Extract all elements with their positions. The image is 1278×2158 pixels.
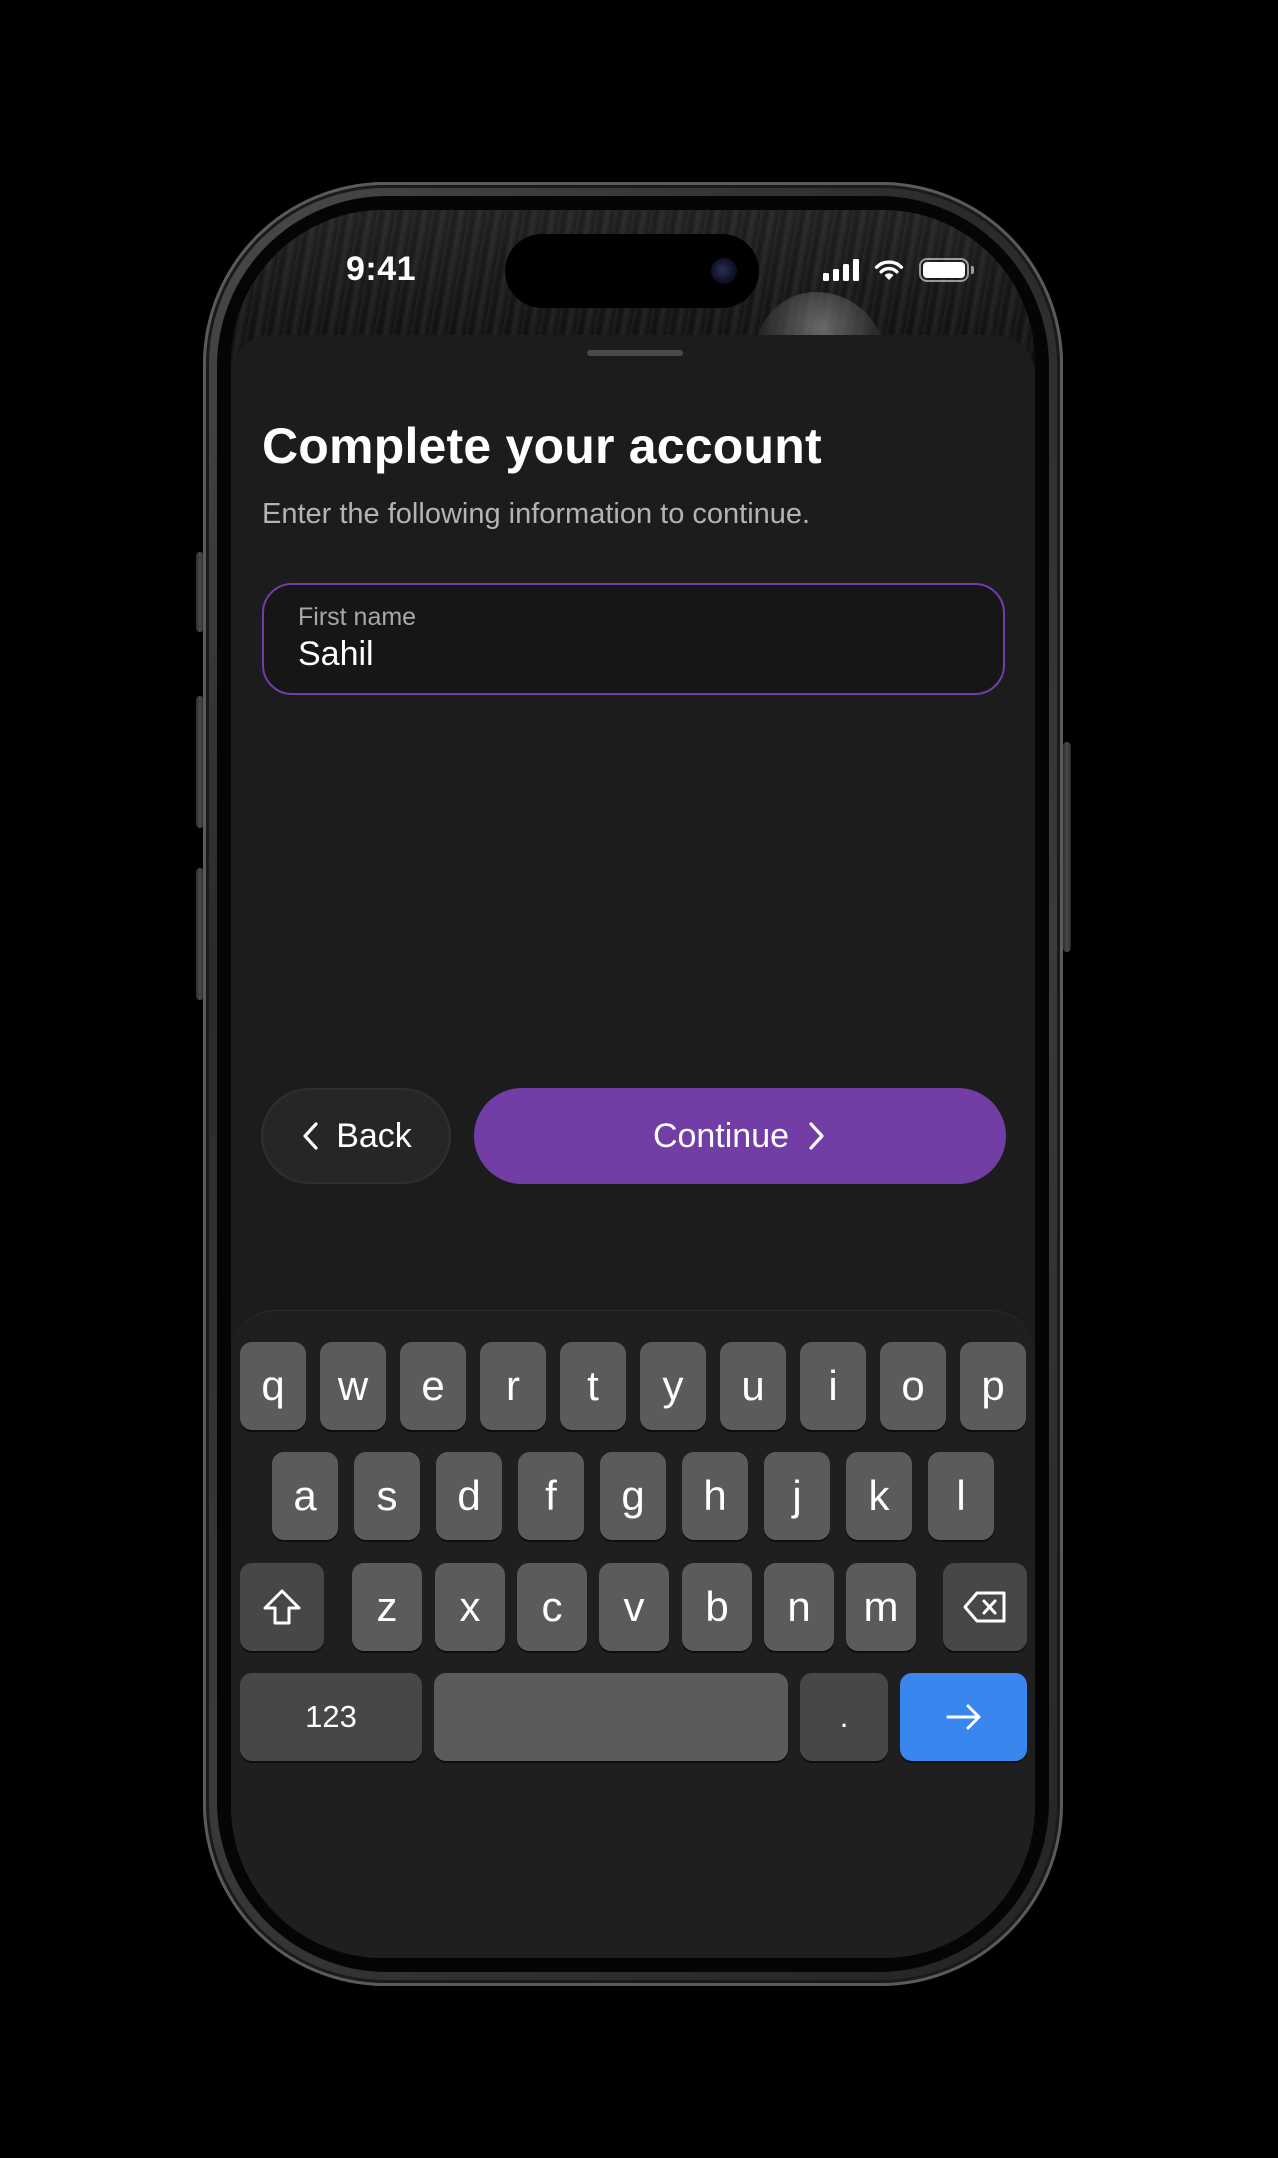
key-l[interactable]: l	[928, 1452, 994, 1540]
key-o[interactable]: o	[880, 1342, 946, 1430]
numbers-key[interactable]: 123	[240, 1673, 422, 1761]
key-b[interactable]: b	[682, 1563, 752, 1651]
keyboard: q w e r t y u i o p a s d f g h j k l z …	[231, 1310, 1035, 1958]
key-c[interactable]: c	[517, 1563, 587, 1651]
key-n[interactable]: n	[764, 1563, 834, 1651]
power-button	[1063, 742, 1071, 952]
cellular-signal-icon	[823, 259, 859, 281]
key-m[interactable]: m	[846, 1563, 916, 1651]
key-v[interactable]: v	[599, 1563, 669, 1651]
back-button-label: Back	[336, 1116, 412, 1155]
chevron-left-icon	[303, 1122, 318, 1150]
key-r[interactable]: r	[480, 1342, 546, 1430]
first-name-field[interactable]: First name Sahil	[262, 583, 1005, 695]
key-i[interactable]: i	[800, 1342, 866, 1430]
go-arrow-icon	[946, 1704, 980, 1730]
continue-button-label: Continue	[652, 1116, 790, 1155]
dynamic-island	[505, 234, 759, 308]
chevron-right-icon	[809, 1122, 824, 1150]
back-button[interactable]: Back	[261, 1088, 451, 1184]
status-icons	[823, 258, 974, 282]
key-a[interactable]: a	[272, 1452, 338, 1540]
page-subtitle: Enter the following information to conti…	[262, 498, 811, 530]
delete-icon	[963, 1591, 1006, 1623]
key-q[interactable]: q	[240, 1342, 306, 1430]
page-title: Complete your account	[262, 418, 822, 474]
key-w[interactable]: w	[320, 1342, 386, 1430]
key-h[interactable]: h	[682, 1452, 748, 1540]
shift-key[interactable]	[240, 1563, 324, 1651]
key-z[interactable]: z	[352, 1563, 422, 1651]
key-p[interactable]: p	[960, 1342, 1026, 1430]
phone-screen: 9:41 Complete your account Enter the fol…	[231, 210, 1035, 1958]
first-name-input[interactable]: Sahil	[298, 635, 374, 674]
first-name-label: First name	[298, 603, 417, 631]
go-key[interactable]	[900, 1673, 1027, 1761]
battery-icon	[919, 258, 974, 282]
continue-button[interactable]: Continue	[474, 1088, 1006, 1184]
key-t[interactable]: t	[560, 1342, 626, 1430]
key-f[interactable]: f	[518, 1452, 584, 1540]
front-camera-icon	[711, 258, 737, 284]
status-time: 9:41	[346, 250, 417, 288]
period-key[interactable]: .	[800, 1673, 888, 1761]
key-y[interactable]: y	[640, 1342, 706, 1430]
key-x[interactable]: x	[435, 1563, 505, 1651]
delete-key[interactable]	[943, 1563, 1027, 1651]
wifi-icon	[874, 260, 904, 280]
space-key[interactable]	[434, 1673, 788, 1761]
key-j[interactable]: j	[764, 1452, 830, 1540]
key-g[interactable]: g	[600, 1452, 666, 1540]
key-s[interactable]: s	[354, 1452, 420, 1540]
key-u[interactable]: u	[720, 1342, 786, 1430]
sheet-grabber[interactable]	[587, 350, 683, 356]
key-e[interactable]: e	[400, 1342, 466, 1430]
shift-icon	[263, 1589, 301, 1625]
key-k[interactable]: k	[846, 1452, 912, 1540]
key-d[interactable]: d	[436, 1452, 502, 1540]
